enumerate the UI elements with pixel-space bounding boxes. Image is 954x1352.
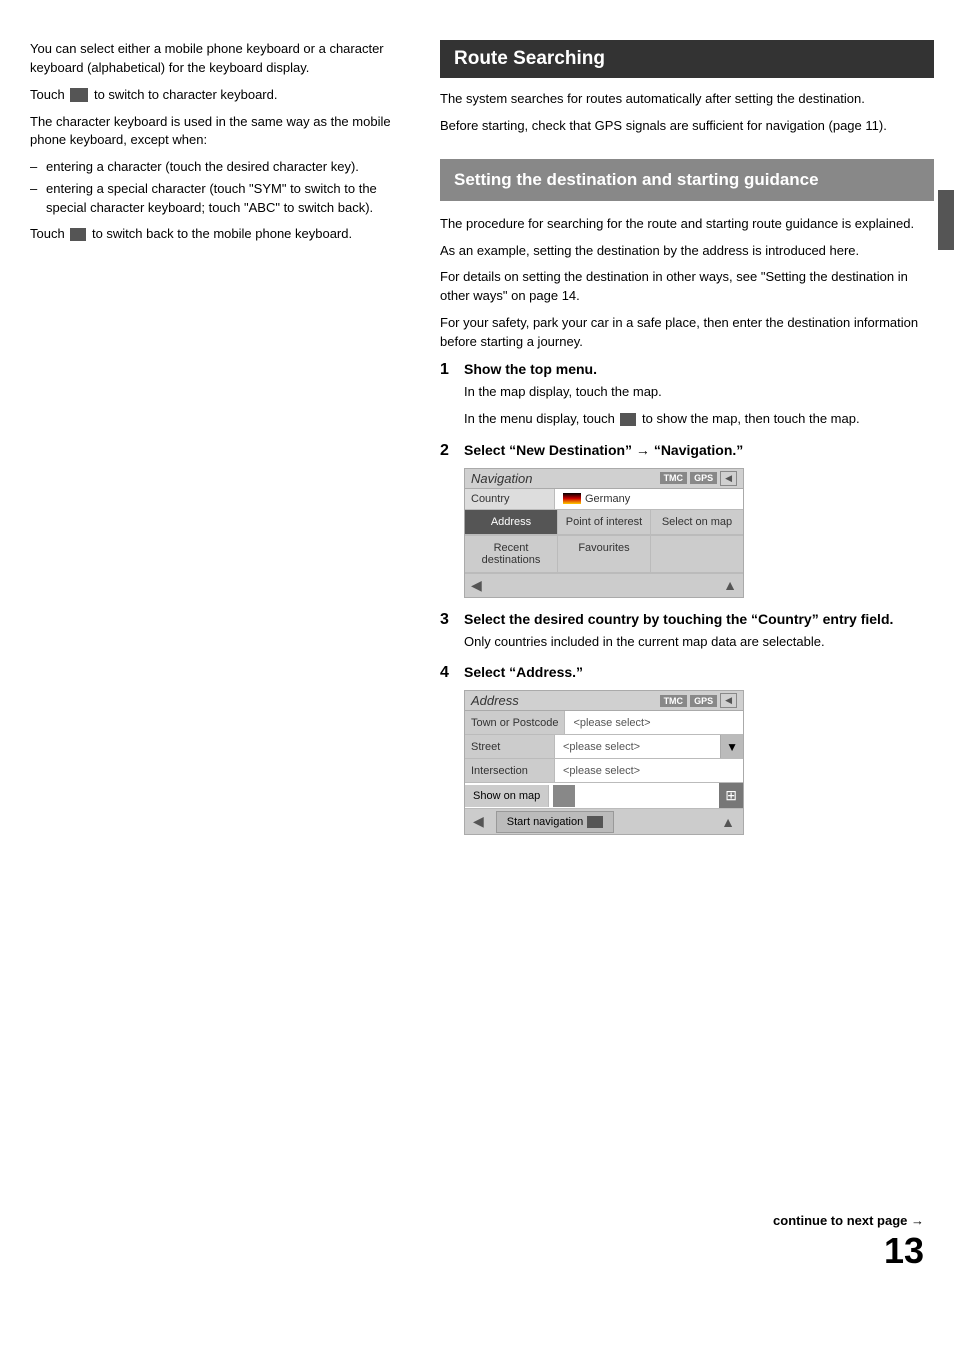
select-map-btn[interactable]: Select on map [651,510,743,535]
show-map-row: Show on map ⊞ [465,783,743,809]
mobile-keyboard-icon [70,228,86,241]
navigation-mockup: Navigation TMC GPS ◀ Country Germany Ad [464,468,744,598]
left-para1: You can select either a mobile phone key… [30,40,410,78]
page-tab [938,190,954,250]
street-arrow: ▼ [720,735,743,758]
left-para2: Touch to switch to character keyboard. [30,86,410,105]
intersection-value: <please select> [555,759,743,782]
empty-btn [651,536,743,573]
town-value: <please select> [565,711,743,734]
forward-arrow[interactable]: ▲ [723,577,737,594]
route-searching-header: Route Searching [440,40,934,78]
start-nav-icon [587,816,603,828]
nav-buttons-row2: Recent destinations Favourites [465,536,743,574]
keyboard-list: entering a character (touch the desired … [30,158,410,217]
country-value: Germany [555,489,743,509]
poi-btn[interactable]: Point of interest [558,510,651,535]
setting-para3: For details on setting the destination i… [440,268,934,306]
right-column: Route Searching The system searches for … [430,30,954,1322]
signal-badge: ◀ [720,471,737,486]
left-para4: Touch to switch back to the mobile phone… [30,225,410,244]
addr-back-btn[interactable]: ◀ [465,809,492,834]
list-item-1: entering a character (touch the desired … [30,158,410,176]
street-value: <please select> [555,735,720,758]
nav-buttons-row1: Address Point of interest Select on map [465,510,743,536]
left-column: You can select either a mobile phone key… [0,30,430,1322]
addr-forward-btn[interactable]: ▲ [713,810,743,834]
map-right-icon: ⊞ [719,783,743,808]
nav-title: Navigation [471,471,532,486]
street-label: Street [465,735,555,758]
step-3: 3 Select the desired country by touching… [440,610,934,652]
germany-flag [563,493,581,504]
character-keyboard-icon [70,88,88,102]
continue-text: continue to next page → [773,1213,924,1228]
address-btn[interactable]: Address [465,510,558,535]
start-nav-btn[interactable]: Start navigation [496,811,614,833]
addr-gps-badge: GPS [690,695,717,707]
step3-body1: Only countries included in the current m… [464,633,934,652]
left-para3: The character keyboard is used in the sa… [30,113,410,151]
nav-titlebar: Navigation TMC GPS ◀ [465,469,743,489]
step1-body1: In the map display, touch the map. [464,383,934,402]
addr-tmc-badge: TMC [660,695,688,707]
country-label: Country [465,489,555,509]
country-row: Country Germany [465,489,743,510]
recent-btn[interactable]: Recent destinations [465,536,558,573]
page: You can select either a mobile phone key… [0,0,954,1352]
list-item-2: entering a special character (touch "SYM… [30,180,410,216]
setting-para4: For your safety, park your car in a safe… [440,314,934,352]
map-icon [553,785,575,807]
show-map-btn[interactable]: Show on map [465,785,549,807]
town-label: Town or Postcode [465,711,565,734]
setting-destination-header: Setting the destination and starting gui… [440,159,934,201]
town-row: Town or Postcode <please select> [465,711,743,735]
addr-badges: TMC GPS ◀ [660,693,737,708]
page-number: 13 [773,1230,924,1272]
setting-para2: As an example, setting the destination b… [440,242,934,261]
address-mockup: Address TMC GPS ◀ Town or Postcode <plea… [464,690,744,835]
street-row: Street <please select> ▼ [465,735,743,759]
start-nav-row: ◀ Start navigation ▲ [465,809,743,834]
favourites-btn[interactable]: Favourites [558,536,651,573]
intersection-row: Intersection <please select> [465,759,743,783]
nav-badges: TMC GPS ◀ [660,471,737,486]
gps-badge: GPS [690,472,717,484]
step-4: 4 Select “Address.” Address TMC GPS ◀ To… [440,663,934,835]
back-arrow[interactable]: ◀ [471,577,482,594]
tmc-badge: TMC [660,472,688,484]
addr-titlebar: Address TMC GPS ◀ [465,691,743,711]
route-searching-para2: Before starting, check that GPS signals … [440,117,934,136]
setting-para1: The procedure for searching for the rout… [440,215,934,234]
addr-signal-badge: ◀ [720,693,737,708]
map-show-icon [620,413,636,426]
route-searching-para1: The system searches for routes automatic… [440,90,934,109]
step-1: 1 Show the top menu. In the map display,… [440,360,934,429]
step-2: 2 Select “New Destination” → “Navigation… [440,441,934,598]
continue-area: continue to next page → 13 [773,1213,924,1272]
nav-bottom-bar: ◀ ▲ [465,574,743,597]
step1-body2: In the menu display, touch to show the m… [464,410,934,429]
intersection-label: Intersection [465,759,555,782]
addr-title: Address [471,693,519,708]
